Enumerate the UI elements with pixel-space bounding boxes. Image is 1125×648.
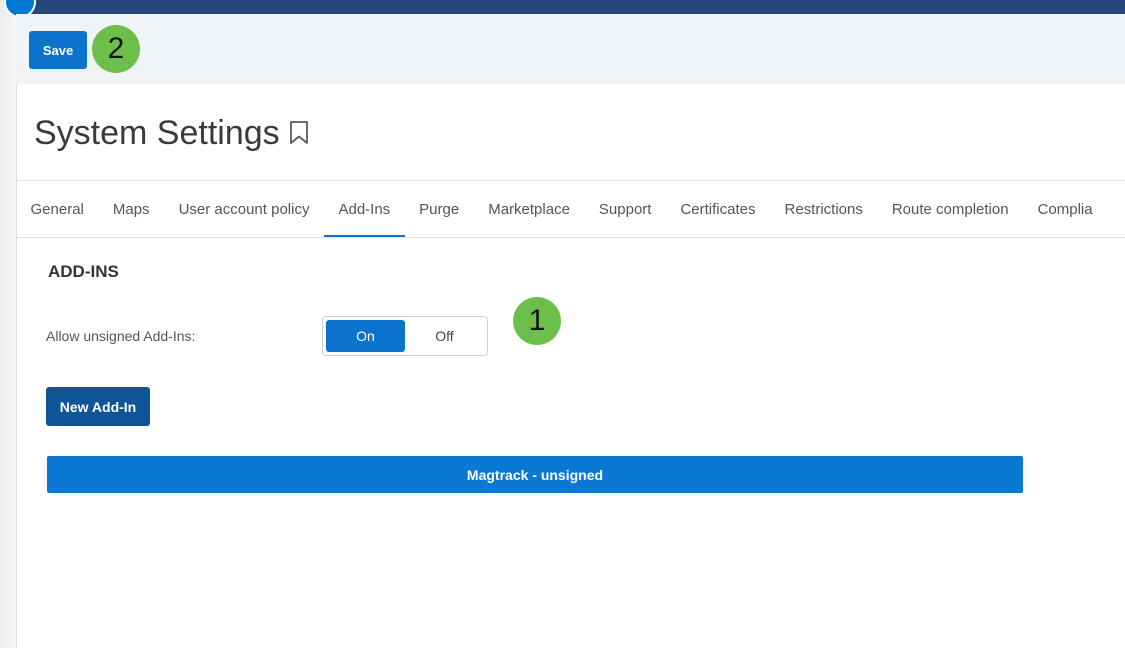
section-title-add-ins: ADD-INS [48,262,119,281]
new-add-in-button[interactable]: New Add-In [46,387,150,426]
top-header-bar [16,0,1125,14]
allow-unsigned-label: Allow unsigned Add-Ins: [46,328,196,344]
toolbar: Save 2 [16,14,1125,84]
tab-route-completion[interactable]: Route completion [877,181,1023,237]
toggle-off-option[interactable]: Off [405,320,484,352]
annotation-badge-1: 1 [513,297,561,345]
annotation-badge-2: 2 [92,25,140,73]
tab-certificates[interactable]: Certificates [666,181,770,237]
tab-purge[interactable]: Purge [405,181,474,237]
tab-marketplace[interactable]: Marketplace [474,181,585,237]
allow-unsigned-toggle: On Off [322,316,488,356]
tab-maps[interactable]: Maps [98,181,164,237]
bookmark-icon[interactable] [288,120,310,146]
tab-add-ins[interactable]: Add-Ins [323,181,405,237]
tab-general[interactable]: General [16,181,98,237]
toggle-on-option[interactable]: On [326,320,405,352]
tab-user-account-policy[interactable]: User account policy [164,181,324,237]
tab-support[interactable]: Support [584,181,666,237]
save-button[interactable]: Save [29,31,87,69]
settings-tabs: General Maps User account policy Add-Ins… [16,180,1125,238]
tab-compliance[interactable]: Complia [1023,181,1107,237]
tab-restrictions[interactable]: Restrictions [770,181,877,237]
page-title: System Settings [34,113,280,152]
left-edge-panel [0,0,17,648]
add-in-list-item[interactable]: Magtrack - unsigned [47,456,1023,493]
page-header: System Settings [34,108,310,158]
